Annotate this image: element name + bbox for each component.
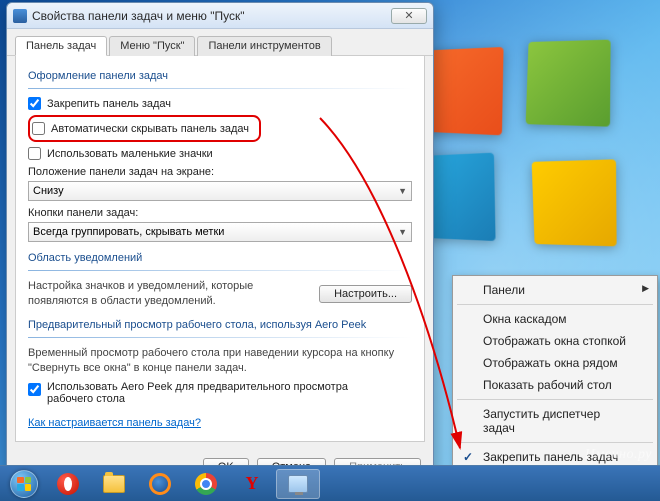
close-button[interactable]: ✕ [391, 8, 427, 24]
divider [28, 270, 412, 271]
group-notifications-title: Область уведомлений [28, 252, 412, 264]
taskbar-properties-dialog: Свойства панели задач и меню "Пуск" ✕ Па… [6, 2, 434, 489]
notifications-desc: Настройка значков и уведомлений, которые… [28, 279, 309, 309]
link-text: Как настраивается панель задач? [28, 417, 201, 429]
folder-icon [103, 475, 125, 493]
tab-label: Панель задач [26, 40, 96, 52]
tab-content: Оформление панели задач Закрепить панель… [15, 56, 425, 442]
aeropeek-label: Использовать Aero Peek для предварительн… [47, 381, 367, 405]
monitor-icon [288, 475, 308, 493]
aeropeek-checkbox[interactable] [28, 383, 41, 396]
menu-stack[interactable]: Отображать окна стопкой [455, 330, 655, 352]
close-icon: ✕ [404, 9, 413, 22]
menu-label: Показать рабочий стол [483, 378, 612, 392]
help-link[interactable]: Как настраивается панель задач? [28, 417, 201, 429]
menu-label: Отображать окна рядом [483, 356, 618, 370]
windows-logo [410, 40, 620, 250]
aeropeek-desc: Временный просмотр рабочего стола при на… [28, 346, 412, 376]
taskbar[interactable]: Y [0, 465, 660, 501]
tab-startmenu[interactable]: Меню "Пуск" [109, 36, 195, 56]
buttons-label: Кнопки панели задач: [28, 207, 412, 219]
menu-cascade[interactable]: Окна каскадом [455, 308, 655, 330]
menu-separator [457, 442, 653, 443]
menu-taskmanager[interactable]: Запустить диспетчер задач [455, 403, 655, 439]
taskbar-item-opera[interactable] [46, 469, 90, 499]
menu-label: Окна каскадом [483, 312, 567, 326]
menu-separator [457, 304, 653, 305]
tab-toolbars[interactable]: Панели инструментов [197, 36, 331, 56]
group-appearance-title: Оформление панели задач [28, 70, 412, 82]
chevron-down-icon: ▼ [398, 227, 407, 237]
window-icon [13, 9, 27, 23]
lock-taskbar-label: Закрепить панель задач [47, 98, 171, 110]
watermark: Именно.ру [585, 447, 652, 463]
lock-taskbar-checkbox[interactable] [28, 97, 41, 110]
menu-panels[interactable]: Панели [455, 279, 655, 301]
chevron-down-icon: ▼ [398, 186, 407, 196]
smallicons-label: Использовать маленькие значки [47, 148, 213, 160]
aeropeek-row[interactable]: Использовать Aero Peek для предварительн… [28, 381, 412, 405]
autohide-label: Автоматически скрывать панель задач [51, 123, 249, 135]
menu-label: Запустить диспетчер задач [483, 407, 600, 435]
buttons-value: Всегда группировать, скрывать метки [33, 226, 224, 238]
autohide-highlight: Автоматически скрывать панель задач [28, 115, 261, 142]
tab-strip: Панель задач Меню "Пуск" Панели инструме… [7, 29, 433, 56]
autohide-checkbox[interactable] [32, 122, 45, 135]
smallicons-row[interactable]: Использовать маленькие значки [28, 147, 412, 160]
tab-label: Панели инструментов [208, 40, 320, 52]
button-label: Настроить... [334, 288, 397, 300]
smallicons-checkbox[interactable] [28, 147, 41, 160]
start-button[interactable] [4, 469, 44, 499]
menu-separator [457, 399, 653, 400]
taskbar-item-chrome[interactable] [184, 469, 228, 499]
position-label: Положение панели задач на экране: [28, 166, 412, 178]
buttons-select[interactable]: Всегда группировать, скрывать метки ▼ [28, 222, 412, 242]
menu-label: Панели [483, 283, 525, 297]
menu-showdesktop[interactable]: Показать рабочий стол [455, 374, 655, 396]
taskbar-item-explorer[interactable] [92, 469, 136, 499]
position-select[interactable]: Снизу ▼ [28, 181, 412, 201]
group-aeropeek-title: Предварительный просмотр рабочего стола,… [28, 319, 412, 331]
windows-orb-icon [10, 470, 38, 498]
customize-button[interactable]: Настроить... [319, 285, 412, 303]
tab-taskbar[interactable]: Панель задач [15, 36, 107, 56]
firefox-icon [149, 473, 171, 495]
chrome-icon [195, 473, 217, 495]
divider [28, 337, 412, 338]
yandex-icon: Y [241, 473, 263, 495]
taskbar-item-firefox[interactable] [138, 469, 182, 499]
window-title: Свойства панели задач и меню "Пуск" [32, 9, 391, 23]
menu-sidebyside[interactable]: Отображать окна рядом [455, 352, 655, 374]
taskbar-item-properties[interactable] [276, 469, 320, 499]
lock-taskbar-row[interactable]: Закрепить панель задач [28, 97, 412, 110]
titlebar[interactable]: Свойства панели задач и меню "Пуск" ✕ [7, 3, 433, 29]
opera-icon [57, 473, 79, 495]
tab-label: Меню "Пуск" [120, 40, 184, 52]
divider [28, 88, 412, 89]
position-value: Снизу [33, 185, 64, 197]
menu-label: Отображать окна стопкой [483, 334, 626, 348]
autohide-row[interactable]: Автоматически скрывать панель задач [32, 122, 249, 135]
taskbar-item-yandex[interactable]: Y [230, 469, 274, 499]
